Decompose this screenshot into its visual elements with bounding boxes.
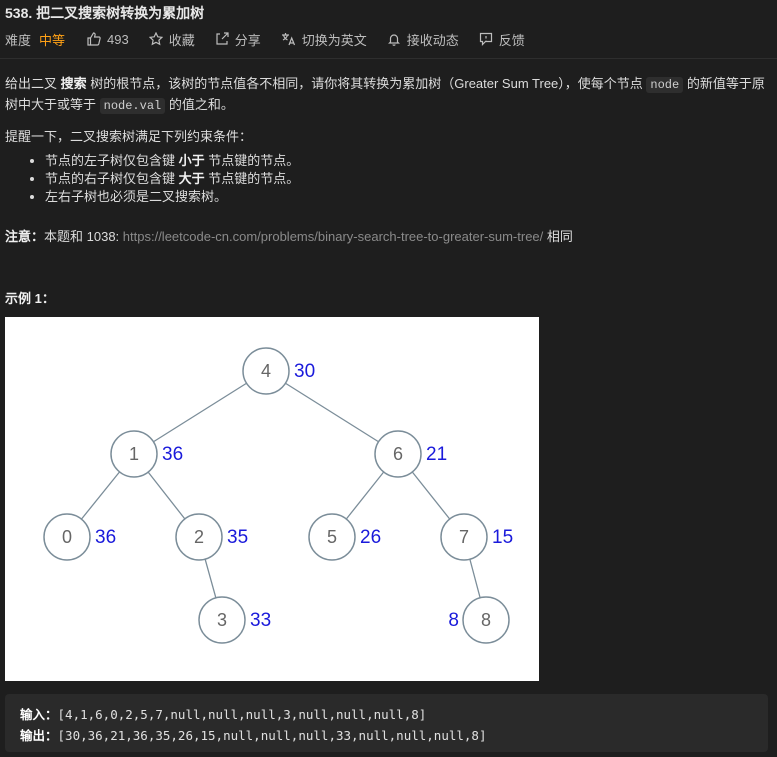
- bell-icon: [387, 34, 400, 46]
- tree-node-value: 4: [261, 361, 271, 381]
- note-tail: 相同: [543, 229, 573, 244]
- header-divider: [0, 58, 777, 59]
- bst-reminder: 提醒一下，二叉搜索树满足下列约束条件：: [5, 129, 253, 144]
- share-label: 分享: [234, 32, 261, 48]
- note-text: 本题和 1038:: [44, 229, 123, 244]
- like-button[interactable]: 493: [87, 32, 129, 47]
- tree-node-sum: 15: [492, 527, 513, 548]
- tree-node-value: 2: [194, 527, 204, 547]
- tree-edge: [469, 559, 481, 598]
- note-label: 注意：: [5, 229, 45, 244]
- output-line: 输出：[30,36,21,36,35,26,15,null,null,null,…: [20, 725, 486, 744]
- problem-toolbar: 难度 中等 493 收藏 分享 切换为英文 接收动态 反馈: [5, 30, 545, 48]
- translate-icon: [281, 33, 295, 46]
- tree-node-sum: 8: [448, 610, 459, 631]
- constraint-bold: 小于: [178, 153, 205, 168]
- tree-node-sum: 35: [227, 527, 248, 548]
- favorite-label: 收藏: [168, 32, 195, 48]
- list-item: 节点的右子树仅包含键 大于 节点键的节点。: [45, 170, 299, 188]
- output-label: 输出：: [20, 728, 58, 743]
- desc-text: 给出二叉: [5, 76, 61, 91]
- tree-edge: [80, 471, 121, 520]
- tree-node-sum: 36: [162, 444, 183, 465]
- star-icon: [148, 32, 163, 46]
- difficulty-value: 中等: [39, 32, 66, 48]
- desc-text: 的值之和。: [165, 97, 234, 112]
- translate-button[interactable]: 切换为英文: [281, 30, 367, 49]
- desc-text: 树的根节点，该树的节点值各不相同，请你将其转换为累加树（Greater Sum …: [86, 76, 647, 91]
- feedback-button[interactable]: 反馈: [479, 30, 525, 49]
- feedback-label: 反馈: [498, 32, 525, 48]
- tree-edge: [204, 558, 217, 599]
- example-io-block: 输入：[4,1,6,0,2,5,7,null,null,null,3,null,…: [5, 694, 768, 752]
- notify-button[interactable]: 接收动态: [387, 30, 459, 49]
- tree-edge: [147, 471, 186, 520]
- thumbs-up-icon: [87, 32, 101, 46]
- output-value: [30,36,21,36,35,26,15,null,null,null,33,…: [57, 728, 487, 743]
- tree-node-value: 3: [217, 610, 227, 630]
- tree-edge: [153, 382, 247, 443]
- constraint-list: 节点的左子树仅包含键 小于 节点键的节点。 节点的右子树仅包含键 大于 节点键的…: [5, 152, 299, 206]
- note-link[interactable]: https://leetcode-cn.com/problems/binary-…: [123, 229, 544, 244]
- tree-diagram: 4 301 36 6 210 36 2 35 5 26 7 153 33 88: [43, 347, 513, 644]
- list-item: 节点的左子树仅包含键 小于 节点键的节点。: [45, 152, 299, 170]
- note: 注意：本题和 1038: https://leetcode-cn.com/pro…: [5, 226, 573, 245]
- tree-node-sum: 30: [294, 361, 315, 382]
- share-button[interactable]: 分享: [215, 30, 261, 49]
- problem-page: 538. 把二叉搜索树转换为累加树 难度 中等 493 收藏 分享 切换为英文 …: [0, 0, 777, 757]
- tree-node-value: 8: [481, 610, 491, 630]
- example-tree-image: 4 30 1 36 6 21 0 36 2 35 5 26 7 15 3 33 8 8: [5, 317, 539, 681]
- constraint-text: 节点键的节点。: [204, 153, 300, 168]
- tree-node-value: 1: [129, 444, 139, 464]
- problem-description: 给出二叉 搜索 树的根节点，该树的节点值各不相同，请你将其转换为累加树（Grea…: [5, 74, 770, 116]
- tree-node-sum: 33: [250, 610, 271, 631]
- tree-node-sum: 21: [426, 444, 447, 465]
- tree-edge: [345, 471, 385, 520]
- constraint-text: 节点的左子树仅包含键: [45, 153, 179, 168]
- feedback-icon: [479, 32, 492, 46]
- tree-node-sum: 36: [95, 527, 116, 548]
- desc-bold-search: 搜索: [60, 76, 87, 91]
- constraint-text: 左右子树也必须是二叉搜索树。: [45, 189, 228, 204]
- tree-node-value: 5: [327, 527, 337, 547]
- tree-edge: [285, 382, 379, 443]
- tree-node-value: 6: [393, 444, 403, 464]
- notify-label: 接收动态: [406, 32, 459, 48]
- constraint-text: 节点的右子树仅包含键: [45, 171, 179, 186]
- tree-edge: [411, 471, 451, 520]
- list-item: 左右子树也必须是二叉搜索树。: [45, 188, 299, 206]
- tree-node-value: 0: [62, 527, 72, 547]
- likes-count: 493: [107, 31, 129, 47]
- input-value: [4,1,6,0,2,5,7,null,null,null,3,null,nul…: [57, 707, 427, 722]
- translate-label: 切换为英文: [301, 32, 367, 48]
- tree-node-value: 7: [459, 527, 469, 547]
- input-label: 输入：: [20, 707, 58, 722]
- input-line: 输入：[4,1,6,0,2,5,7,null,null,null,3,null,…: [20, 704, 426, 723]
- tree-node-sum: 26: [360, 527, 381, 548]
- constraint-bold: 大于: [178, 171, 205, 186]
- favorite-button[interactable]: 收藏: [148, 30, 195, 49]
- problem-title: 538. 把二叉搜索树转换为累加树: [5, 5, 205, 21]
- difficulty-label: 难度: [5, 32, 32, 48]
- code-node-val: node.val: [99, 98, 166, 114]
- share-icon: [216, 32, 229, 45]
- code-node: node: [646, 77, 684, 93]
- example-title: 示例 1：: [5, 291, 55, 306]
- constraint-text: 节点键的节点。: [204, 171, 300, 186]
